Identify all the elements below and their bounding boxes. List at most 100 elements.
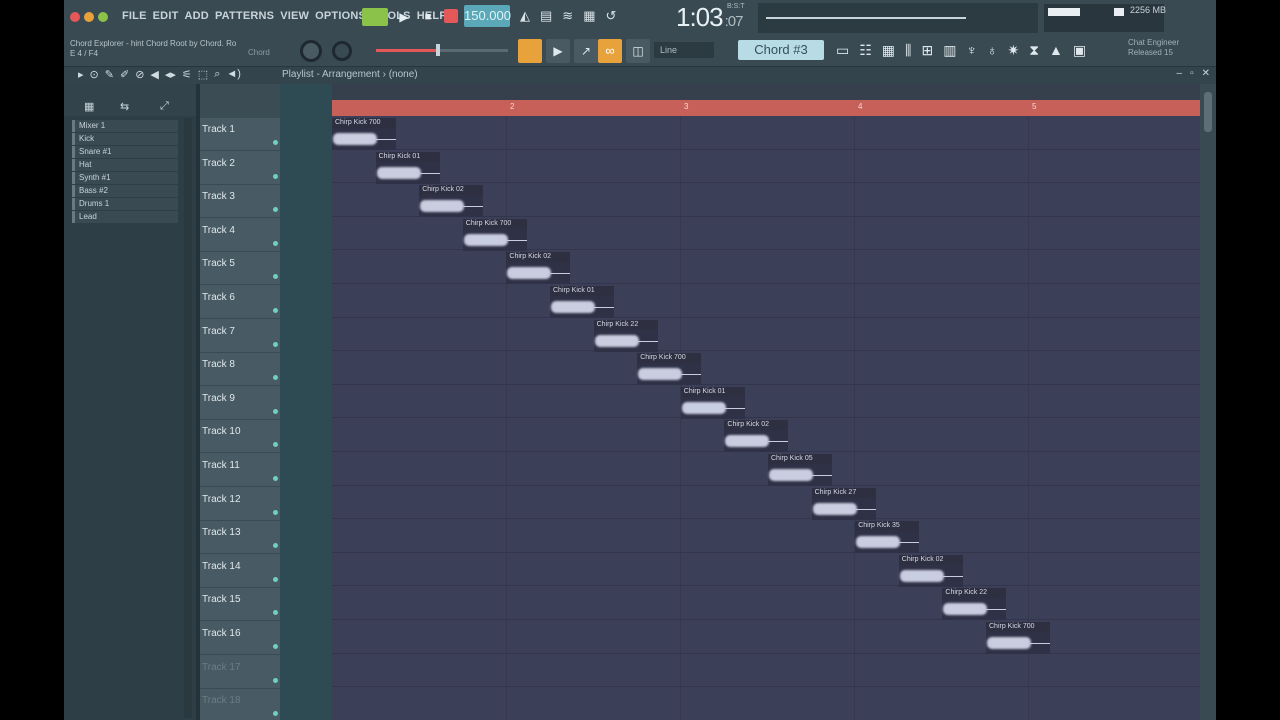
track-lane[interactable] [332, 553, 1200, 587]
track-status-led[interactable] [273, 610, 278, 616]
piano-roll-icon[interactable]: ☷ [859, 42, 872, 59]
track-status-led[interactable] [273, 711, 278, 717]
bulb-icon[interactable]: ♁ [987, 42, 998, 59]
track-header[interactable]: Track 11 [200, 454, 280, 487]
main-slider-track[interactable] [438, 49, 508, 52]
browser-item[interactable]: Hat [72, 159, 178, 171]
browser-scrollbar[interactable] [184, 118, 192, 718]
track-header[interactable]: Track 3 [200, 185, 280, 219]
track-lane[interactable] [332, 116, 1200, 150]
browser-item[interactable]: Snare #1 [72, 146, 178, 158]
track-header[interactable]: Track 12 [200, 488, 280, 521]
tuning-icon[interactable]: ♆ [966, 42, 977, 59]
slip-icon[interactable]: ◂▸ [165, 68, 176, 81]
track-header[interactable]: Track 16 [200, 622, 280, 655]
track-lane[interactable] [332, 250, 1200, 284]
speaker-icon[interactable]: ◄) [226, 68, 241, 81]
mute-icon[interactable]: ◀ [150, 68, 158, 81]
track-lane[interactable] [332, 385, 1200, 419]
close-icon[interactable]: ✕ [1202, 68, 1210, 79]
track-header[interactable]: Track 17 [200, 656, 280, 689]
stamp-icon[interactable]: ⧗ [1029, 42, 1039, 59]
wand-icon[interactable]: ✷ [1007, 42, 1019, 59]
record-button[interactable] [444, 9, 458, 23]
snap-tool-button[interactable] [518, 39, 542, 63]
minimize-window-button[interactable] [84, 12, 94, 22]
playlist-icon[interactable]: ▭ [836, 42, 849, 59]
close-window-button[interactable] [70, 12, 80, 22]
audio-clip[interactable]: Chirp Kick 01 [680, 386, 745, 419]
track-header[interactable]: Track 14 [200, 555, 280, 588]
track-status-led[interactable] [273, 274, 278, 280]
channel-rack-icon[interactable]: ▦ [882, 42, 895, 59]
minimize-icon[interactable]: – [1177, 68, 1183, 79]
chord-selector[interactable]: Chord #3 [738, 40, 824, 60]
track-header[interactable]: Track 9 [200, 387, 280, 420]
track-lane[interactable] [332, 654, 1200, 688]
vertical-scrollbar-thumb[interactable] [1204, 92, 1212, 132]
track-status-led[interactable] [273, 408, 278, 414]
track-lane[interactable] [332, 620, 1200, 654]
step-edit-icon[interactable]: ▦ [583, 8, 595, 24]
master-pitch-knob[interactable] [332, 41, 352, 61]
track-status-led[interactable] [273, 173, 278, 179]
track-status-led[interactable] [273, 341, 278, 347]
track-header[interactable]: Track 13 [200, 521, 280, 555]
audio-clip[interactable]: Chirp Kick 01 [375, 151, 440, 184]
browser-search-icon[interactable]: ⤢ [160, 100, 169, 113]
audio-clip[interactable]: Chirp Kick 700 [986, 622, 1050, 654]
loop-record-icon[interactable]: ↺ [606, 8, 617, 24]
audio-clip[interactable]: Chirp Kick 05 [768, 454, 832, 486]
track-lane[interactable] [332, 284, 1200, 318]
cone-icon[interactable]: ▲ [1049, 42, 1063, 59]
track-header[interactable]: Track 18 [200, 689, 280, 720]
track-status-led[interactable] [273, 140, 278, 145]
track-header[interactable]: Track 7 [200, 320, 280, 353]
pattern-song-toggle[interactable] [362, 8, 388, 26]
countdown-icon[interactable]: ≋ [562, 8, 573, 24]
snap-dropdown[interactable]: Line [654, 42, 714, 58]
track-lane[interactable] [332, 519, 1200, 553]
track-status-led[interactable] [273, 308, 278, 313]
track-header[interactable]: Track 10 [200, 420, 280, 454]
browser-all-icon[interactable]: ▦ [84, 100, 94, 113]
play-icon[interactable]: ▶ [394, 8, 414, 26]
metronome-icon[interactable]: ◭ [520, 8, 530, 24]
track-lane[interactable] [332, 687, 1200, 720]
audio-clip[interactable]: Chirp Kick 27 [811, 487, 876, 520]
track-lane[interactable] [332, 486, 1200, 520]
pencil-icon[interactable]: ✎ [105, 68, 114, 81]
audio-clip[interactable]: Chirp Kick 700 [332, 118, 396, 150]
track-status-led[interactable] [273, 644, 278, 649]
link-icon[interactable]: ∞ [598, 39, 622, 63]
track-status-led[interactable] [273, 442, 278, 448]
paint-icon[interactable]: ▶ [546, 39, 570, 63]
menu-view[interactable]: VIEW [280, 10, 309, 22]
track-status-led[interactable] [273, 476, 278, 481]
browser-item[interactable]: Drums 1 [72, 198, 178, 210]
arrow-icon[interactable]: ▸ [78, 68, 84, 81]
audio-clip[interactable]: Chirp Kick 22 [593, 319, 658, 352]
audio-clip[interactable]: Chirp Kick 700 [637, 353, 702, 386]
plugin-icon[interactable]: ▥ [943, 42, 956, 59]
audio-clip[interactable]: Chirp Kick 22 [942, 588, 1007, 621]
browser-item[interactable]: Lead [72, 211, 178, 223]
slice-icon[interactable]: ⚟ [182, 68, 192, 81]
track-status-led[interactable] [273, 677, 278, 683]
track-status-led[interactable] [273, 576, 278, 582]
browser-tree-icon[interactable]: ⇆ [120, 100, 129, 113]
maximize-icon[interactable]: ▫ [1190, 68, 1194, 79]
audio-clip[interactable]: Chirp Kick 01 [550, 286, 614, 318]
audio-clip[interactable]: Chirp Kick 700 [462, 218, 527, 251]
menu-add[interactable]: ADD [185, 10, 209, 22]
track-status-led[interactable] [273, 240, 278, 246]
browser-item[interactable]: Bass #2 [72, 185, 178, 197]
grid-icon[interactable]: ▣ [1073, 42, 1086, 59]
maximize-window-button[interactable] [98, 12, 108, 22]
track-header[interactable]: Track 4 [200, 219, 280, 252]
track-lane[interactable] [332, 318, 1200, 352]
menu-edit[interactable]: EDIT [153, 10, 179, 22]
tempo-display[interactable]: 150.000 [464, 5, 511, 27]
track-lane[interactable] [332, 150, 1200, 184]
track-status-led[interactable] [273, 375, 278, 381]
